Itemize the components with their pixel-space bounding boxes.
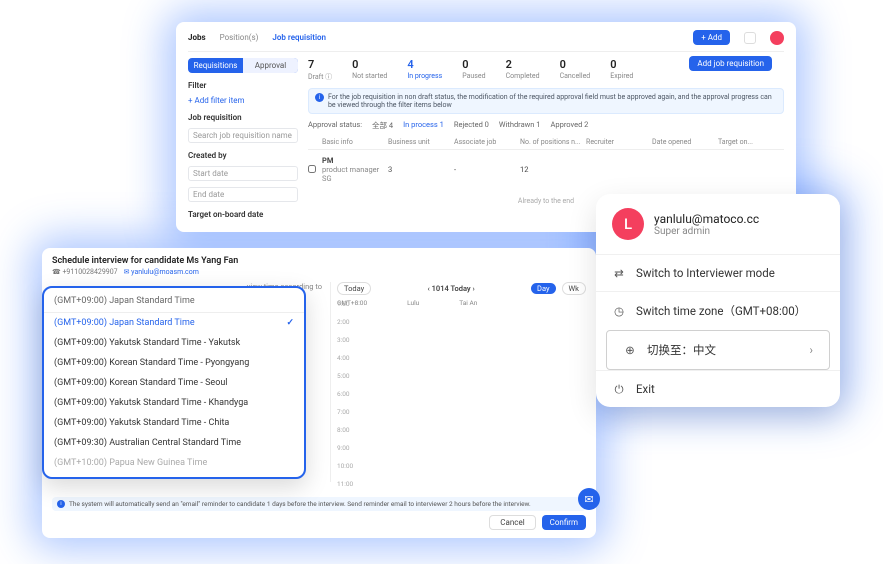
info-notice: iFor the job requisition in non draft st… (308, 88, 784, 114)
user-menu-item[interactable]: ⏻Exit (596, 370, 840, 407)
approval-filter[interactable]: Withdrawn 1 (499, 120, 541, 131)
timezone-dropdown: (GMT+09:00) Japan Standard Time (GMT+09:… (42, 286, 306, 479)
jobs-sidebar: Requisitions Approval Filter + Add filte… (188, 58, 298, 219)
timezone-option[interactable]: (GMT+09:00) Korean Standard Time - Seoul (44, 373, 304, 393)
timezone-option[interactable]: (GMT+09:00) Yakutsk Standard Time - Yaku… (44, 333, 304, 353)
chat-fab[interactable]: ✉ (578, 488, 600, 510)
menu-icon: ⇄ (612, 266, 626, 280)
table-row[interactable]: PMproduct manager SG 3 - 12 (308, 150, 784, 189)
requisition-toggle[interactable]: Requisitions Approval (188, 58, 298, 73)
approval-filter[interactable]: Approved 2 (551, 120, 589, 131)
timezone-option[interactable]: (GMT+09:30) Australian Central Standard … (44, 433, 304, 453)
user-menu-item[interactable]: ⇄Switch to Interviewer mode (596, 254, 840, 291)
timezone-option[interactable]: (GMT+09:00) Japan Standard Time✓ (44, 313, 304, 333)
timezone-input[interactable]: (GMT+09:00) Japan Standard Time (44, 292, 304, 313)
menu-icon: ⏻ (612, 382, 626, 396)
jobs-title: Jobs (188, 33, 206, 42)
filter-title: Filter (188, 81, 298, 90)
avatar[interactable] (770, 31, 784, 45)
user-role: Super admin (654, 226, 759, 237)
stat-not-started[interactable]: 0Not started (352, 58, 387, 82)
menu-icon: ◷ (612, 304, 626, 318)
user-email: yanlulu@matoco.cc (654, 212, 759, 226)
email-link[interactable]: ✉ yanlulu@moasm.com (124, 268, 199, 276)
start-date-input[interactable]: Start date (188, 166, 298, 181)
approval-filter[interactable]: 全部 4 (372, 120, 393, 131)
week-view[interactable]: Wk (562, 282, 586, 295)
user-menu-item[interactable]: ⊕切换至：中文› (606, 330, 830, 370)
menu-icon: ⊕ (623, 343, 637, 357)
date-nav[interactable]: ‹ 1014 Today › (377, 284, 525, 293)
today-button[interactable]: Today (337, 282, 371, 295)
jobs-tabs: Jobs Position(s) Job requisition + Add (188, 30, 784, 52)
timezone-option[interactable]: (GMT+09:00) Korean Standard Time - Pyong… (44, 353, 304, 373)
add-filter-link[interactable]: + Add filter item (188, 96, 298, 105)
tab-job-requisition[interactable]: Job requisition (272, 33, 326, 42)
stat-completed[interactable]: 2Completed (506, 58, 540, 82)
stat-cancelled[interactable]: 0Cancelled (560, 58, 591, 82)
row-checkbox[interactable] (308, 165, 316, 173)
approval-filter[interactable]: Rejected 0 (454, 120, 489, 131)
timezone-option[interactable]: (GMT+09:00) Yakutsk Standard Time - Khan… (44, 393, 304, 413)
search-requisition-input[interactable]: Search job requisition name (188, 128, 298, 143)
stat-in-progress[interactable]: 4In progress (407, 58, 442, 82)
stat-paused[interactable]: 0Paused (462, 58, 485, 82)
end-date-input[interactable]: End date (188, 187, 298, 202)
user-avatar[interactable]: L (612, 208, 644, 240)
schedule-title: Schedule interview for candidate Ms Yang… (52, 256, 586, 266)
timezone-option[interactable]: (GMT+10:00) Papua New Guinea Time (44, 453, 304, 473)
stat-expired[interactable]: 0Expired (610, 58, 633, 82)
add-button[interactable]: + Add (693, 30, 730, 45)
tab-positions[interactable]: Position(s) (220, 33, 259, 42)
confirm-button[interactable]: Confirm (542, 515, 586, 530)
stat-draft-[interactable]: 7Draft ⓘ (308, 58, 332, 82)
user-menu: L yanlulu@matoco.cc Super admin ⇄Switch … (596, 194, 840, 407)
cancel-button[interactable]: Cancel (489, 515, 535, 530)
reminder-note: iThe system will automatically send an "… (52, 497, 586, 511)
approval-filter[interactable]: In process 1 (403, 120, 444, 131)
add-job-requisition-button[interactable]: Add job requisition (689, 56, 772, 71)
info-icon: i (315, 93, 324, 102)
day-view[interactable]: Day (531, 283, 556, 294)
user-menu-item[interactable]: ◷Switch time zone（GMT+08:00） (596, 291, 840, 330)
grid-icon[interactable] (744, 32, 756, 44)
timezone-option[interactable]: (GMT+09:00) Yakutsk Standard Time - Chit… (44, 413, 304, 433)
